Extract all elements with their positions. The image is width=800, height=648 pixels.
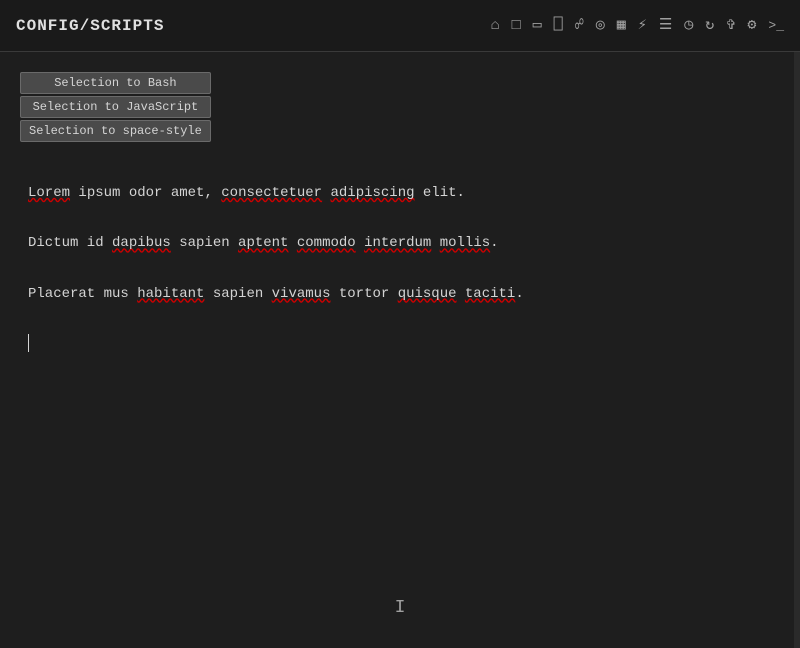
home-icon[interactable]: ⌂ (491, 18, 500, 33)
word-aptent: aptent (238, 235, 288, 251)
paragraph-2: Dictum id dapibus sapien aptent commodo … (28, 232, 772, 254)
word-habitant: habitant (137, 286, 204, 302)
page-title: CONFIG/SCRIPTS (16, 17, 164, 35)
search-icon[interactable]: ☍ (575, 18, 584, 33)
grid-icon[interactable]: ▦ (617, 18, 626, 33)
word-dictum: Dictum id (28, 235, 112, 251)
header-bar: CONFIG/SCRIPTS ⌂ □ ▭ ⎕ ☍ ◎ ▦ ⚡ ☰ ◷ ↻ ✞ ⚙… (0, 0, 800, 52)
scrollbar[interactable] (794, 52, 800, 648)
settings-icon[interactable]: ⚙ (747, 18, 756, 33)
word-ipsum: ipsum (78, 185, 120, 201)
folder-icon[interactable]: □ (512, 18, 521, 33)
main-content: Selection to Bash Selection to JavaScrip… (0, 52, 800, 648)
cursor-line (28, 333, 772, 353)
text-editor-content: Lorem ipsum odor amet, consectetuer adip… (20, 172, 780, 363)
bolt-icon[interactable]: ⚡ (638, 18, 647, 33)
word-quisque: quisque (398, 286, 457, 302)
paragraph-1: Lorem ipsum odor amet, consectetuer adip… (28, 182, 772, 204)
word-placerat: Placerat mus (28, 286, 137, 302)
clock-icon[interactable]: ◷ (684, 18, 693, 33)
word-commodo: commodo (297, 235, 356, 251)
terminal-icon[interactable]: >_ (768, 19, 784, 32)
header-toolbar: ⌂ □ ▭ ⎕ ☍ ◎ ▦ ⚡ ☰ ◷ ↻ ✞ ⚙ >_ (491, 18, 784, 33)
paragraph-3: Placerat mus habitant sapien vivamus tor… (28, 283, 772, 305)
word-mollis: mollis (440, 235, 490, 251)
list-icon[interactable]: ☰ (659, 18, 672, 33)
columns-icon[interactable]: ✞ (726, 18, 735, 33)
word-vivamus: vivamus (272, 286, 331, 302)
context-menu: Selection to Bash Selection to JavaScrip… (20, 72, 211, 142)
selection-space-style-button[interactable]: Selection to space-style (20, 120, 211, 142)
word-adipiscing: adipiscing (331, 185, 415, 201)
trash-icon[interactable]: ⎕ (554, 18, 563, 33)
text-cursor (28, 334, 29, 352)
word-consectetuer: consectetuer (221, 185, 322, 201)
selection-javascript-button[interactable]: Selection to JavaScript (20, 96, 211, 118)
word-taciti: taciti (465, 286, 515, 302)
word-odor: odor amet, (129, 185, 221, 201)
word-lorem: Lorem (28, 185, 70, 201)
refresh-icon[interactable]: ↻ (705, 18, 714, 33)
eye-icon[interactable]: ◎ (596, 18, 605, 33)
selection-bash-button[interactable]: Selection to Bash (20, 72, 211, 94)
file-icon[interactable]: ▭ (533, 18, 542, 33)
word-dapibus: dapibus (112, 235, 171, 251)
word-interdum: interdum (364, 235, 431, 251)
ibeam-cursor: I (395, 598, 406, 618)
